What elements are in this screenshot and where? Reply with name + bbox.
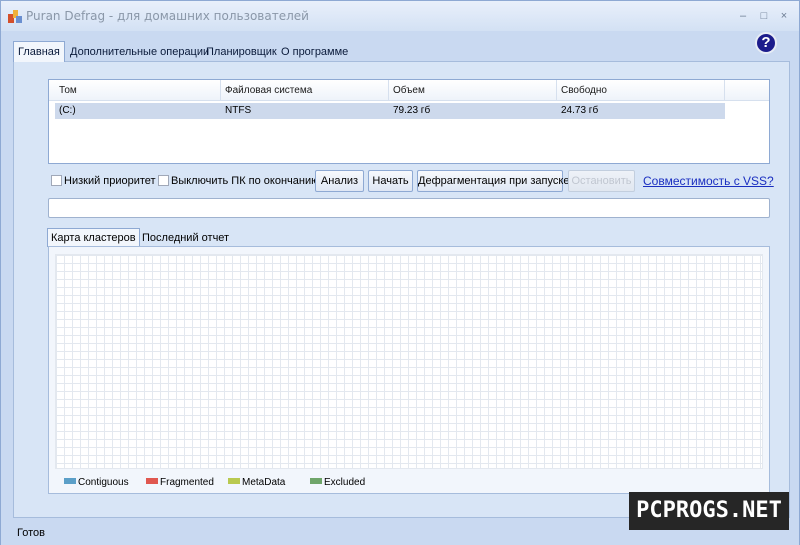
close-button[interactable]: × [777, 9, 791, 23]
analyze-button[interactable]: Анализ [315, 170, 364, 192]
low-priority-checkbox[interactable]: Низкий приоритет [51, 175, 156, 187]
legend-contiguous: Contiguous [64, 477, 129, 489]
cell-volume: (C:) [59, 105, 76, 116]
tab-last-report[interactable]: Последний отчет [142, 229, 229, 247]
column-size[interactable]: Объем [389, 80, 557, 101]
tab-advanced[interactable]: Дополнительные операции [70, 42, 209, 62]
start-button[interactable]: Начать [368, 170, 413, 192]
cell-size: 79.23 гб [393, 105, 431, 116]
title-bar: Puran Defrag - для домашних пользователе… [1, 1, 799, 31]
main-window: Puran Defrag - для домашних пользователе… [0, 0, 800, 545]
shutdown-checkbox[interactable]: Выключить ПК по окончанию [158, 175, 319, 187]
cell-free: 24.73 гб [561, 105, 599, 116]
boot-defrag-button[interactable]: Дефрагментация при запуске [417, 170, 569, 192]
legend-swatch [146, 478, 158, 484]
vss-compat-link[interactable]: Совместимость с VSS? [643, 174, 774, 188]
app-icon [8, 10, 22, 23]
cell-filesystem: NTFS [225, 105, 252, 116]
help-icon[interactable]: ? [755, 32, 777, 54]
legend-fragmented: Fragmented [146, 477, 214, 489]
volume-table-header: Том Файловая система Объем Свободно [49, 80, 769, 101]
legend-label: Fragmented [160, 477, 214, 488]
legend-excluded: Excluded [310, 477, 365, 489]
tab-cluster-map[interactable]: Карта кластеров [47, 228, 140, 247]
volume-table: Том Файловая система Объем Свободно (C:)… [48, 79, 770, 164]
cluster-map-grid [55, 254, 763, 469]
watermark-logo: PCPROGS.NET [629, 492, 789, 530]
shutdown-label: Выключить ПК по окончанию [171, 175, 320, 187]
stop-button[interactable]: Остановить [568, 170, 635, 192]
legend-label: Excluded [324, 477, 366, 488]
column-free[interactable]: Свободно [557, 80, 725, 101]
minimize-button[interactable]: – [736, 9, 750, 23]
legend-swatch [310, 478, 322, 484]
status-text: Готов [17, 527, 45, 539]
legend-label: MetaData [242, 477, 286, 488]
tab-about[interactable]: О программе [281, 42, 348, 62]
column-volume[interactable]: Том [55, 80, 221, 101]
legend-swatch [228, 478, 240, 484]
column-filesystem[interactable]: Файловая система [221, 80, 389, 101]
checkbox-box[interactable] [158, 175, 169, 186]
tab-scheduler[interactable]: Планировщик [206, 42, 277, 62]
low-priority-label: Низкий приоритет [64, 175, 156, 187]
window-title: Puran Defrag - для домашних пользователе… [26, 9, 309, 23]
tab-main[interactable]: Главная [13, 41, 65, 62]
maximize-button[interactable]: □ [757, 9, 771, 23]
table-row[interactable]: (C:) NTFS 79.23 гб 24.73 гб [55, 103, 725, 119]
legend-metadata: MetaData [228, 477, 285, 489]
legend-swatch [64, 478, 76, 484]
cluster-map-panel: Contiguous Fragmented MetaData Excluded [48, 246, 770, 494]
legend-label: Contiguous [78, 477, 129, 488]
checkbox-box[interactable] [51, 175, 62, 186]
progress-bar [48, 198, 770, 218]
